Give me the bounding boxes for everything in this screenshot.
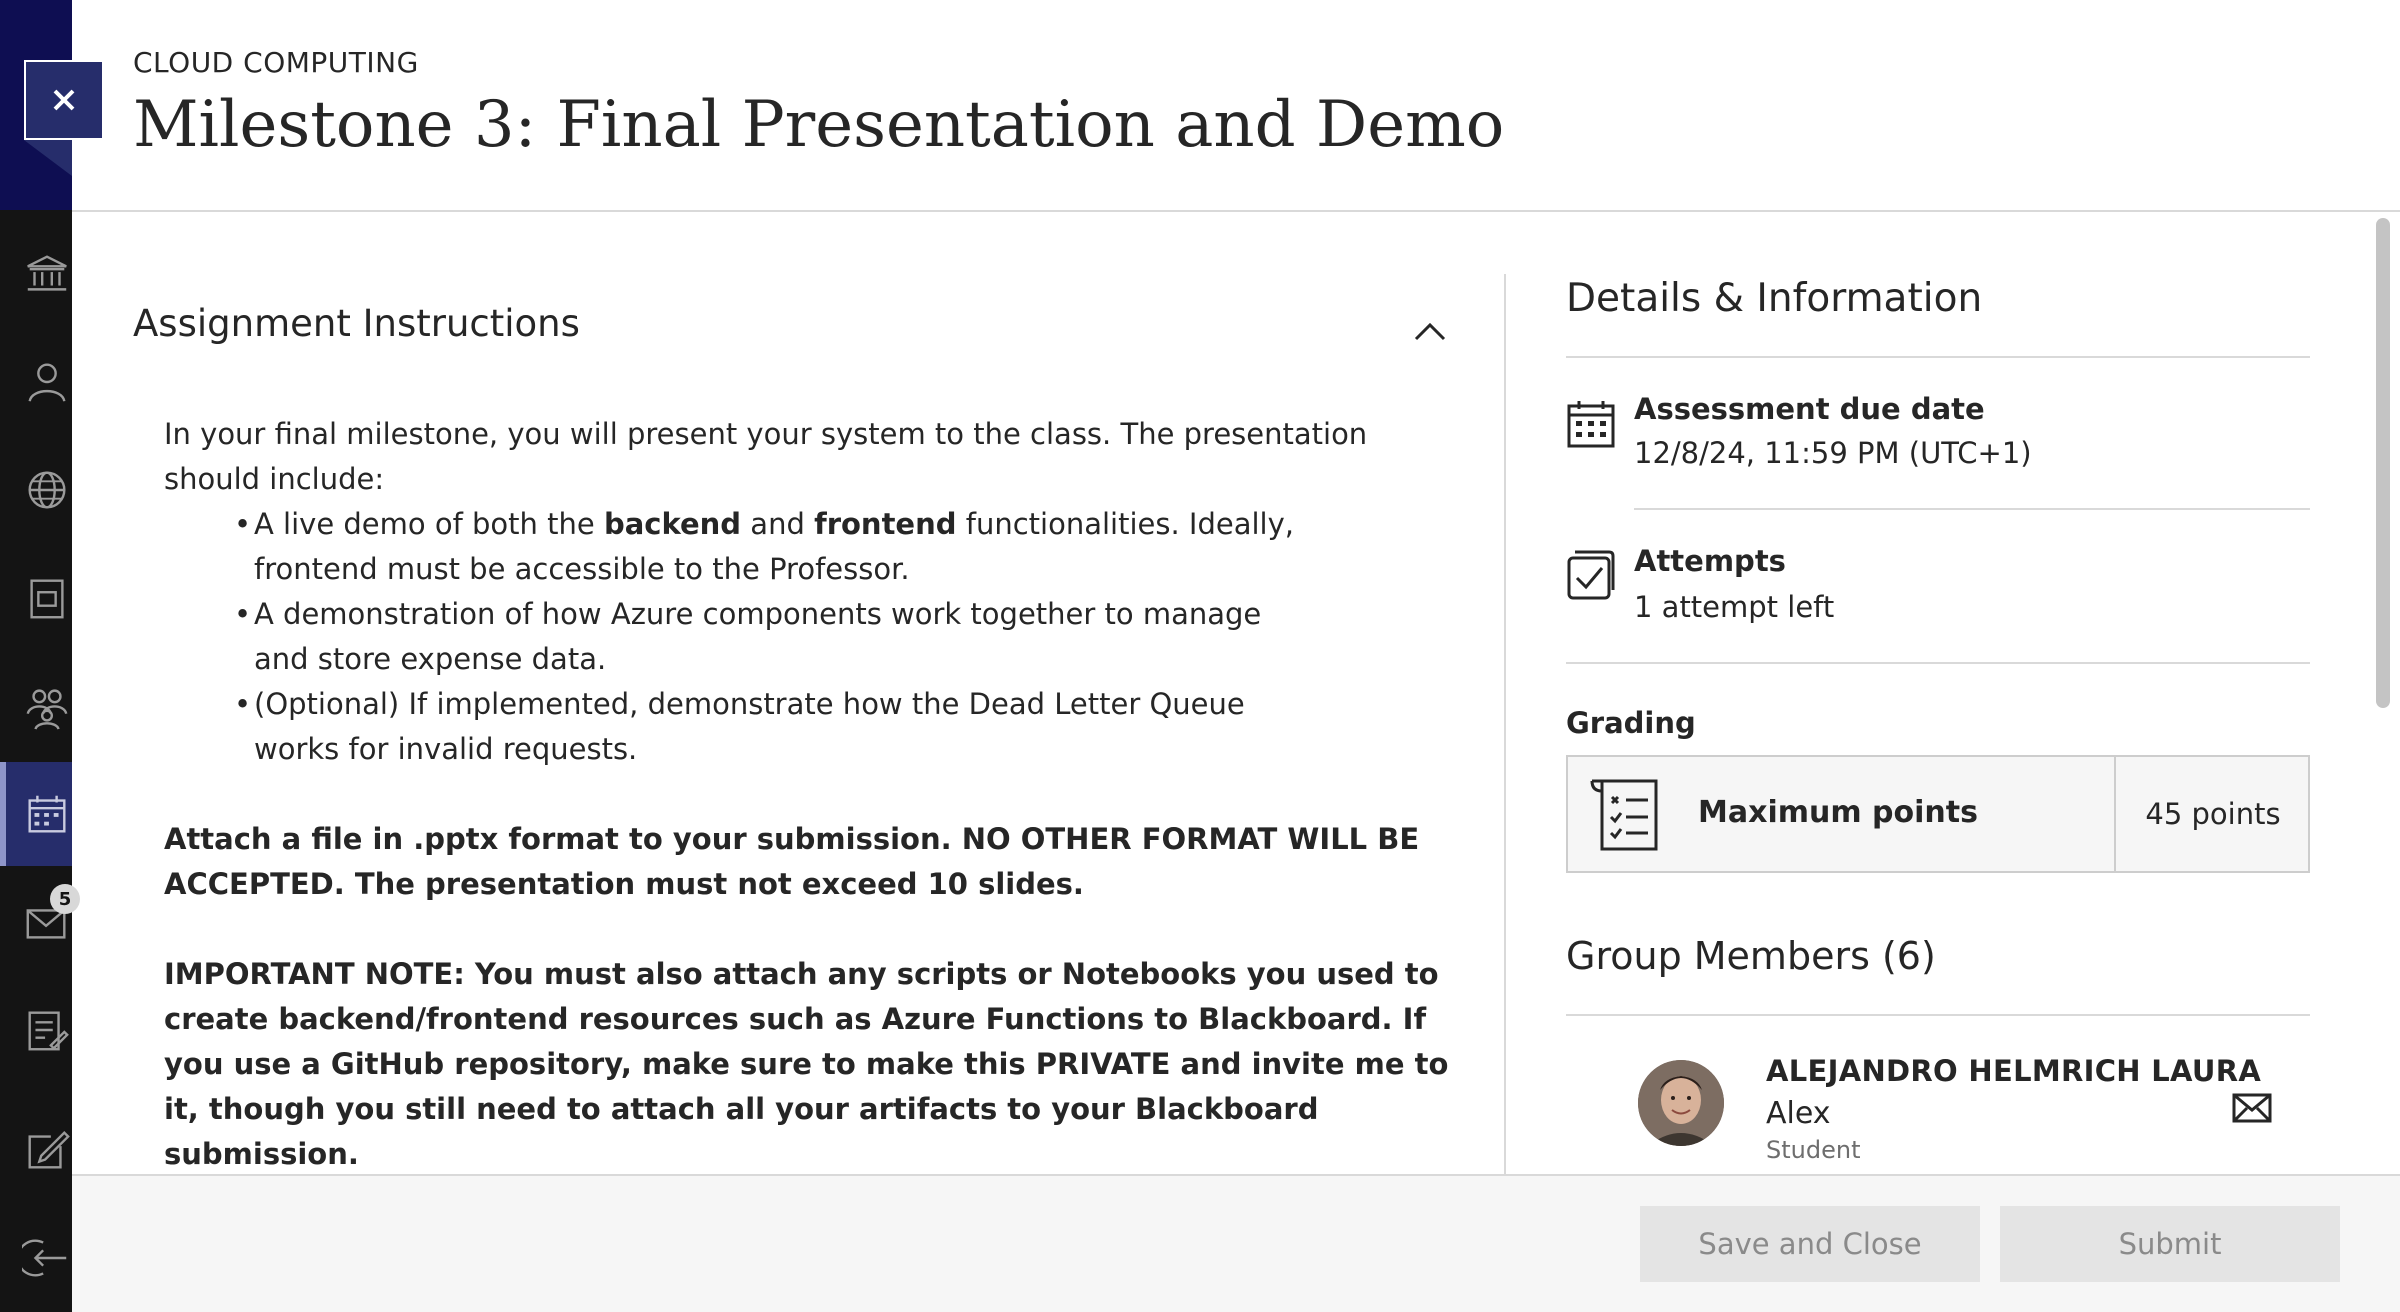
divider [1566, 662, 2310, 664]
attempts-value: 1 attempt left [1634, 590, 1835, 624]
grades-icon [28, 1011, 69, 1051]
mail-icon[interactable] [2232, 1092, 2272, 1124]
chevron-up-icon [1414, 322, 1446, 341]
panel-header: CLOUD COMPUTING Milestone 3: Final Prese… [72, 0, 2400, 212]
close-button-flag [24, 140, 72, 176]
rail-item-courses[interactable] [0, 546, 72, 650]
rail-item-organizations[interactable] [0, 654, 72, 758]
close-icon [53, 89, 75, 111]
bullet-bold-frontend: frontend [814, 507, 957, 541]
assignment-instructions: Assignment Instructions In your final mi… [72, 214, 1504, 1174]
rail-item-sign-out[interactable] [0, 1206, 72, 1310]
rail-item-tools[interactable] [0, 1098, 72, 1202]
scrollbar[interactable] [2376, 218, 2390, 708]
group-members-title: Group Members (6) [1566, 934, 1936, 978]
rail-item-grades[interactable] [0, 978, 72, 1082]
divider [1566, 356, 2310, 358]
avatar [1638, 1060, 1724, 1146]
divider [1634, 508, 2310, 510]
organizations-icon [26, 689, 68, 730]
profile-icon [28, 363, 66, 402]
member-nickname: Alex [1766, 1096, 1831, 1131]
close-button[interactable] [24, 60, 104, 140]
calendar-icon [28, 795, 66, 833]
institution-icon [27, 255, 67, 291]
attach-note: Attach a file in .pptx format to your su… [164, 822, 1420, 901]
globe-icon [28, 471, 66, 509]
max-points-value: 45 points [2145, 797, 2281, 831]
member-name: ALEJANDRO HELMRICH LAURA [1766, 1054, 2262, 1088]
bullet-text: A live demo of both the [254, 507, 604, 541]
divider [1566, 1014, 2310, 1016]
rail-item-messages[interactable]: 5 [0, 870, 80, 974]
rubric-icon [1590, 779, 1658, 851]
footer-bar: Save and Close Submit [72, 1174, 2400, 1312]
sign-out-icon [22, 1239, 67, 1277]
save-and-close-button[interactable]: Save and Close [1640, 1206, 1980, 1282]
navigation-rail: 5 [0, 0, 80, 1312]
list-item: A demonstration of how Azure components … [234, 592, 1294, 682]
grading-box: Maximum points 45 points [1566, 755, 2310, 873]
bullet-text: and [741, 507, 815, 541]
submit-button[interactable]: Submit [2000, 1206, 2340, 1282]
member-role: Student [1766, 1136, 1861, 1164]
rail-item-institution[interactable] [0, 222, 72, 326]
list-item: (Optional) If implemented, demonstrate h… [234, 682, 1294, 772]
due-date-label: Assessment due date [1634, 392, 1985, 426]
column-divider [1504, 274, 1506, 1174]
rail-item-profile[interactable] [0, 330, 72, 434]
page-title: Milestone 3: Final Presentation and Demo [133, 88, 1505, 162]
details-panel: Details & Information Assessment due dat… [1566, 214, 2310, 1174]
instructions-intro: In your final milestone, you will presen… [164, 417, 1368, 496]
calendar-icon [1567, 401, 1615, 448]
due-date-value: 12/8/24, 11:59 PM (UTC+1) [1634, 436, 2032, 470]
rail-item-globe[interactable] [0, 438, 72, 542]
instructions-heading: Assignment Instructions [133, 302, 580, 345]
member-photo [1638, 1060, 1724, 1146]
tools-icon [28, 1130, 70, 1169]
attempts-icon [1567, 550, 1615, 600]
grading-label: Grading [1566, 706, 1696, 740]
attempts-label: Attempts [1634, 544, 1786, 578]
collapse-instructions-button[interactable] [1406, 308, 1454, 356]
list-item: A live demo of both the backend and fron… [234, 502, 1294, 592]
important-note: IMPORTANT NOTE: You must also attach any… [164, 957, 1449, 1171]
bullet-bold-backend: backend [603, 507, 742, 541]
instructions-body: In your final milestone, you will presen… [164, 412, 1484, 1174]
details-title: Details & Information [1566, 276, 1983, 321]
courses-icon [30, 579, 64, 619]
max-points-label: Maximum points [1698, 795, 1978, 830]
course-name: CLOUD COMPUTING [133, 46, 419, 79]
instructions-list: A live demo of both the backend and fron… [234, 502, 1294, 772]
rail-item-calendar[interactable] [0, 762, 72, 866]
